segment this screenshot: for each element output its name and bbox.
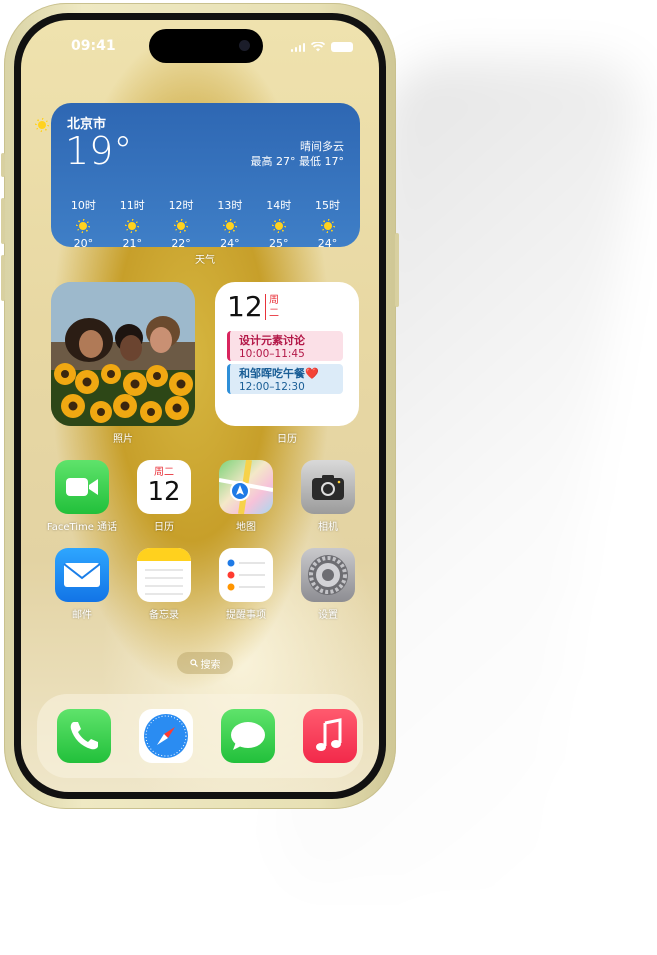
hour-temp: 24° (317, 237, 338, 250)
sun-icon (272, 219, 286, 233)
calendar-icon-weekday: 周二 (154, 467, 174, 478)
sun-icon (321, 219, 335, 233)
sun-icon (76, 219, 90, 233)
calendar-day: 12 (227, 290, 263, 323)
app-label: 地图 (236, 522, 256, 533)
app-label: 相机 (318, 522, 338, 533)
hour-time: 12时 (168, 199, 194, 212)
bezel: 09:41 北京市 19° 晴间多云 最高 27° 最低 17° 10时20° (14, 13, 386, 799)
photos-widget-label: 照片 (113, 434, 133, 445)
facetime-app[interactable] (55, 460, 109, 514)
photo-image (51, 282, 195, 426)
weather-widget[interactable]: 北京市 19° 晴间多云 最高 27° 最低 17° 10时 20° 11时 21°… (38, 103, 360, 250)
sun-icon (125, 219, 139, 233)
event-time: 12:00–12:30 (239, 381, 305, 393)
dynamic-island (149, 29, 263, 63)
app-label: 邮件 (72, 610, 92, 621)
phone-icon (70, 722, 98, 750)
hourly-item: 10时 20° (60, 197, 106, 250)
sun-icon (174, 219, 188, 233)
hour-temp: 24° (220, 237, 240, 250)
phone-app[interactable] (57, 709, 111, 763)
cellular-signal-icon (290, 42, 305, 52)
notes-icon (137, 548, 191, 595)
reminders-app[interactable] (219, 548, 273, 602)
hour-time: 15时 (315, 199, 341, 212)
weather-condition: 晴间多云 (300, 140, 344, 153)
search-icon (189, 659, 198, 667)
phone-frame: 09:41 北京市 19° 晴间多云 最高 27° 最低 17° 10时20° (1, 3, 399, 809)
hourly-forecast: 10时 20° 11时 21° 12时 22° 13时 24° 14时 25° 15时 24… (59, 197, 352, 250)
search-label: 搜索 (200, 659, 221, 671)
camera-app[interactable] (301, 460, 355, 514)
hour-time: 13时 (217, 199, 243, 212)
hour-temp: 22° (171, 237, 191, 250)
music-icon (316, 718, 342, 751)
status-icons (290, 42, 353, 52)
event-title: 和邹晖吃午餐❤️ (239, 367, 319, 380)
status-time: 09:41 (71, 38, 116, 54)
hourly-item: 14时 25° (256, 197, 302, 250)
wifi-icon (311, 42, 325, 52)
hour-temp: 20° (73, 237, 94, 250)
event-title: 设计元素讨论 (239, 334, 305, 347)
hourly-item: 11时 21° (109, 197, 155, 250)
hourly-item: 15时 24° (305, 197, 351, 250)
front-camera (239, 40, 250, 51)
hour-temp: 21° (122, 237, 142, 250)
maps-icon (218, 459, 274, 515)
hour-time: 10时 (70, 199, 96, 212)
mail-app[interactable] (55, 548, 109, 602)
event-time: 10:00–11:45 (239, 348, 305, 360)
weekday-char: 周 (269, 295, 279, 306)
calendar-widget[interactable]: 12 周 二 设计元素讨论 10:00–11:45 和邹晖吃午餐❤️ 12:00… (215, 282, 359, 426)
weekday-char: 二 (269, 308, 279, 319)
calendar-event[interactable]: 和邹晖吃午餐❤️ 12:00–12:30 (227, 364, 343, 394)
calendar-widget-label: 日历 (277, 434, 297, 445)
hour-temp: 25° (268, 237, 289, 250)
maps-app[interactable] (218, 459, 274, 515)
reminders-icon (227, 559, 265, 591)
mail-icon (63, 563, 101, 587)
safari-icon (144, 714, 188, 758)
hour-time: 11时 (119, 199, 145, 212)
calendar-weekday: 周 二 (265, 294, 281, 320)
music-app[interactable] (303, 709, 357, 763)
safari-app[interactable] (139, 709, 193, 763)
calendar-event[interactable]: 设计元素讨论 10:00–11:45 (227, 331, 343, 361)
weather-range: 最高 27° 最低 17° (250, 155, 344, 168)
app-label: FaceTime 通话 (46, 522, 118, 533)
sun-icon (223, 219, 237, 233)
search-pill[interactable]: 搜索 (177, 652, 233, 674)
photos-widget[interactable] (51, 282, 195, 426)
calendar-app[interactable]: 周二 12 (137, 460, 191, 514)
volume-down-button (1, 255, 5, 301)
app-label: 备忘录 (149, 610, 179, 621)
calendar-icon-day: 12 (147, 477, 181, 507)
app-label: 设置 (318, 610, 338, 621)
hourly-item: 13时 24° (207, 197, 253, 250)
home-screen: 09:41 北京市 19° 晴间多云 最高 27° 最低 17° 10时20° (21, 20, 379, 792)
camera-icon (312, 475, 344, 500)
action-button (1, 153, 5, 177)
volume-up-button (1, 198, 5, 244)
weather-temperature: 19° (65, 129, 133, 173)
hour-time: 14时 (266, 199, 292, 212)
settings-app[interactable] (301, 548, 355, 602)
dock (37, 694, 363, 778)
hourly-item: 12时 22° (158, 197, 204, 250)
weather-widget-label: 天气 (195, 255, 215, 266)
messages-icon (231, 722, 265, 750)
notes-app[interactable] (137, 548, 191, 602)
battery-icon (331, 42, 353, 52)
facetime-icon (66, 478, 98, 496)
messages-app[interactable] (221, 709, 275, 763)
side-button (395, 233, 399, 307)
app-label: 日历 (154, 522, 174, 533)
app-label: 提醒事项 (226, 610, 266, 621)
sun-icon (35, 118, 49, 132)
settings-icon (308, 555, 348, 595)
